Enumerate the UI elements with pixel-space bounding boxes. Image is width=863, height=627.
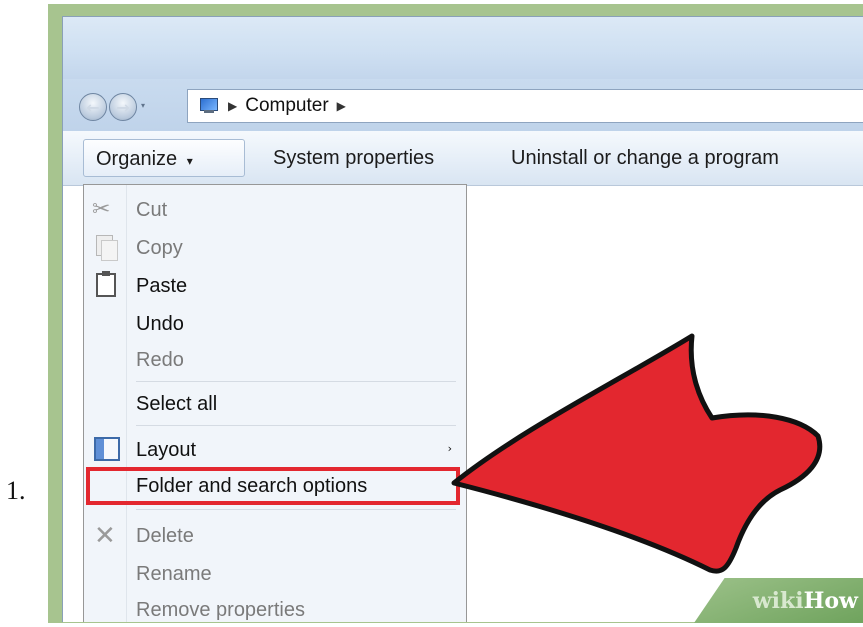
delete-x-icon: ✕ [94,521,116,551]
recent-pages-dropdown[interactable]: ▾ [141,101,151,111]
triangle-right-icon[interactable]: ▶ [337,99,346,113]
triangle-right-icon[interactable]: ▶ [228,99,237,113]
system-properties-button[interactable]: System properties [261,139,446,177]
menu-item-copy[interactable]: Copy [84,229,466,267]
organize-button[interactable]: Organize ▾ [83,139,245,177]
menu-item-remove-properties[interactable]: Remove properties [84,591,466,622]
uninstall-program-button[interactable]: Uninstall or change a program [499,139,791,177]
copy-icon [96,235,118,261]
menu-item-label: Select all [136,392,218,415]
menu-item-delete[interactable]: ✕ Delete [84,517,466,555]
clipboard-icon [96,271,116,297]
menu-item-layout[interactable]: Layout › [84,431,466,469]
menu-item-label: Delete [136,524,194,547]
menu-item-cut[interactable]: ✂ Cut [84,191,466,229]
menu-item-label: Rename [136,562,212,585]
submenu-arrow-icon: › [447,442,452,455]
menu-item-paste[interactable]: Paste [84,267,466,305]
menu-item-label: Remove properties [136,598,305,621]
command-bar: Organize ▾ System properties Uninstall o… [63,131,863,186]
menu-item-label: Layout [136,438,197,461]
menu-item-undo[interactable]: Undo [84,305,466,343]
menu-item-label: Copy [136,236,183,259]
wikihow-logo: wikiHow [752,588,858,614]
layout-icon [94,437,120,461]
forward-arrow-icon: → [116,97,130,117]
menu-item-label: Undo [136,312,184,335]
menu-separator [136,509,456,510]
back-arrow-icon: ← [86,97,100,117]
explorer-window: ← → ▾ ▶ Computer ▶ Organize ▾ System pro… [62,16,863,622]
step-number: 1. [6,476,26,505]
back-button[interactable]: ← [79,93,107,121]
address-bar[interactable]: ▶ Computer ▶ [187,89,863,123]
menu-separator [136,381,456,382]
menu-item-select-all[interactable]: Select all [84,385,466,423]
forward-button[interactable]: → [109,93,137,121]
organize-menu: ✂ Cut Copy Paste Undo Redo Select all La… [83,184,467,622]
menu-item-label: Cut [136,198,168,221]
computer-icon [198,97,220,115]
menu-item-label: Redo [136,348,184,371]
organize-label: Organize [96,148,178,170]
breadcrumb-computer[interactable]: Computer [245,95,328,117]
chevron-down-icon: ▾ [186,154,193,168]
highlight-box [86,467,460,505]
menu-item-rename[interactable]: Rename [84,555,466,593]
scissors-icon: ✂ [92,197,111,222]
title-bar [63,17,863,79]
menu-separator [136,425,456,426]
menu-item-label: Paste [136,274,188,297]
navigation-bar: ← → ▾ ▶ Computer ▶ [63,79,863,131]
menu-item-redo[interactable]: Redo [84,341,466,379]
